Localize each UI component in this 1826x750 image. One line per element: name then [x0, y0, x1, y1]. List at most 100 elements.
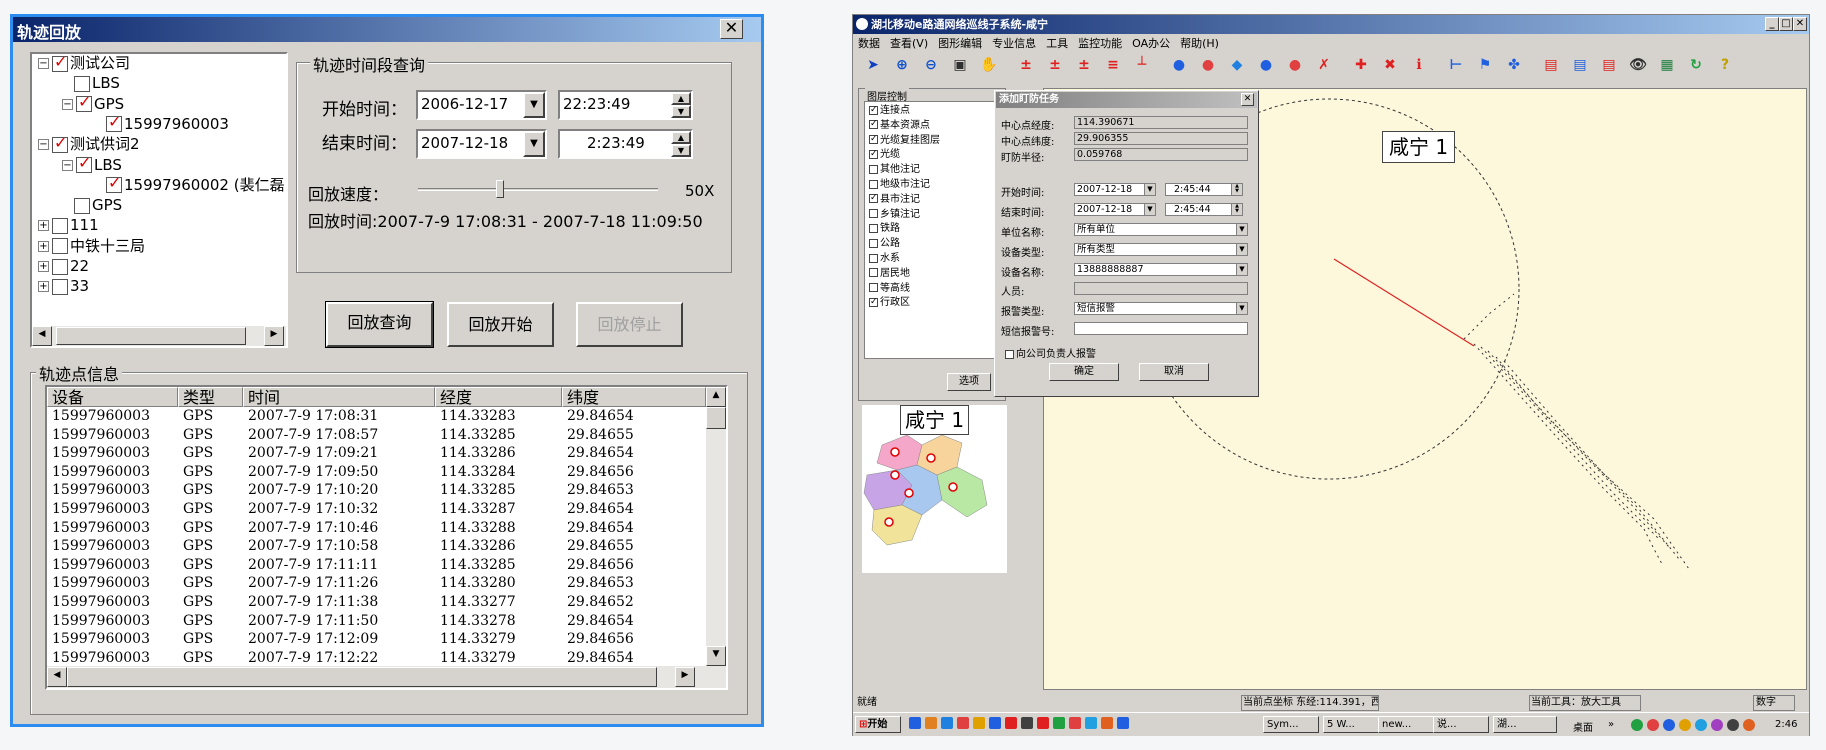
checkbox-icon[interactable]: [869, 164, 878, 174]
end-time-input[interactable]: 2:23:49 ▲ ▼: [558, 129, 693, 159]
tray-icon[interactable]: [1663, 719, 1675, 731]
table-row[interactable]: 15997960003 GPS 2007-7-9 17:11:26 114.33280…: [47, 574, 706, 593]
checkbox-icon[interactable]: [869, 191, 878, 206]
person-field[interactable]: [1074, 282, 1248, 295]
tree-node[interactable]: +111: [38, 216, 99, 234]
monitor-icon[interactable]: ●: [1256, 55, 1276, 75]
table-row[interactable]: 15997960003 GPS 2007-7-9 17:10:58 114.33286…: [47, 537, 706, 556]
start-button[interactable]: ⊞开始: [855, 716, 901, 733]
start-time-input[interactable]: 22:23:49 ▲ ▼: [558, 90, 693, 120]
column-header[interactable]: 类型: [178, 387, 243, 407]
layer-item[interactable]: 铁路: [869, 222, 900, 237]
spin-down-icon[interactable]: ▼: [671, 144, 691, 157]
edit-remove-icon[interactable]: ±: [1045, 55, 1065, 75]
quick-launch-icon[interactable]: [925, 717, 937, 729]
task-start-date[interactable]: 2007-12-18 ▼: [1074, 183, 1156, 196]
checkbox-icon[interactable]: [869, 117, 878, 132]
scroll-right-icon[interactable]: ▶: [264, 326, 284, 346]
table-row[interactable]: 15997960003 GPS 2007-7-9 17:09:50 114.33284…: [47, 463, 706, 482]
device-type-select[interactable]: 所有类型 ▼: [1074, 243, 1248, 256]
collapse-icon[interactable]: −: [62, 159, 73, 171]
quick-launch-icon[interactable]: [1037, 717, 1049, 729]
watch-icon[interactable]: ●: [1285, 55, 1305, 75]
chevron-down-icon[interactable]: ▼: [1144, 184, 1155, 195]
layer-item[interactable]: 光缆复挂图层: [869, 132, 940, 149]
tree-node[interactable]: +22: [38, 257, 89, 275]
checkbox-icon[interactable]: [76, 93, 92, 113]
chevron-down-icon[interactable]: ▼: [523, 131, 545, 157]
report-icon[interactable]: ▤: [1599, 55, 1619, 75]
export-icon[interactable]: ▤: [1570, 55, 1590, 75]
tree-node[interactable]: 15997960002 (裴仁磊: [106, 174, 285, 194]
checkbox-icon[interactable]: [869, 209, 878, 219]
table-row[interactable]: 15997960003 GPS 2007-7-9 17:08:57 114.33285…: [47, 426, 706, 445]
tree-node[interactable]: − 测试供词2: [38, 134, 140, 153]
quick-launch-icon[interactable]: [1053, 717, 1065, 729]
taskbar-item[interactable]: new...: [1378, 716, 1434, 733]
layer-item[interactable]: 水系: [869, 252, 900, 267]
table-row[interactable]: 15997960003 GPS 2007-7-9 17:09:21 114.33286…: [47, 444, 706, 463]
checkbox-icon[interactable]: [869, 147, 878, 161]
tray-icon[interactable]: [1679, 719, 1691, 731]
table-row[interactable]: 15997960003 GPS 2007-7-9 17:11:38 114.33277…: [47, 593, 706, 612]
checkbox-icon[interactable]: [869, 223, 878, 233]
flag-icon[interactable]: ⚑: [1475, 55, 1495, 75]
chevron-right-icon[interactable]: »: [1608, 719, 1614, 730]
chevron-down-icon[interactable]: ▼: [1236, 264, 1247, 275]
checkbox-icon[interactable]: [869, 253, 878, 263]
table-row[interactable]: 15997960003 GPS 2007-7-9 17:12:09 114.33279…: [47, 630, 706, 649]
notify-manager-checkbox[interactable]: 向公司负责人报警: [1005, 345, 1096, 360]
zoom-out-icon[interactable]: ⊖: [921, 55, 941, 75]
table-row[interactable]: 15997960003 GPS 2007-7-9 17:10:32 114.33287…: [47, 500, 706, 519]
quick-launch-icon[interactable]: [1005, 717, 1017, 729]
pan-icon[interactable]: ✋: [979, 55, 999, 75]
tray-icon[interactable]: [1711, 719, 1723, 731]
checkbox-icon[interactable]: [52, 134, 68, 153]
eye-icon[interactable]: 👁: [1628, 55, 1648, 75]
quick-launch-icon[interactable]: [973, 717, 985, 729]
tray-icon[interactable]: [1631, 719, 1643, 731]
scroll-thumb[interactable]: [56, 327, 246, 345]
taskbar-item[interactable]: 湖...: [1493, 716, 1557, 733]
column-header[interactable]: 经度: [435, 387, 562, 407]
locate-icon[interactable]: ●: [1169, 55, 1189, 75]
checkbox-icon[interactable]: [52, 217, 68, 234]
stop-playback-button[interactable]: 回放停止: [576, 302, 683, 347]
checkbox-icon[interactable]: [869, 238, 878, 248]
task-dialog-close-button[interactable]: ✕: [1241, 93, 1254, 106]
cancel-button[interactable]: 取消: [1139, 363, 1209, 381]
taskbar-item[interactable]: Sym...: [1263, 716, 1319, 733]
spin-down-icon[interactable]: ▼: [671, 105, 691, 118]
checkbox-icon[interactable]: [869, 295, 878, 309]
chevron-down-icon[interactable]: ▼: [1236, 224, 1247, 235]
tray-icon[interactable]: [1743, 719, 1755, 731]
quick-launch-icon[interactable]: [989, 717, 1001, 729]
tree-node[interactable]: GPS: [74, 196, 122, 214]
tree-node[interactable]: 15997960003: [106, 113, 229, 133]
scroll-right-icon[interactable]: ▶: [675, 667, 695, 687]
device-name-select[interactable]: 13888888887 ▼: [1074, 263, 1248, 276]
refresh-icon[interactable]: ↻: [1686, 55, 1706, 75]
query-button[interactable]: 回放查询: [325, 301, 434, 348]
zoom-in-icon[interactable]: ⊕: [892, 55, 912, 75]
edit-add-icon[interactable]: ±: [1016, 55, 1036, 75]
spin-up-icon[interactable]: ▲: [671, 131, 691, 144]
scroll-thumb[interactable]: [67, 667, 657, 687]
full-extent-icon[interactable]: ▣: [950, 55, 970, 75]
overview-map[interactable]: 咸宁 1: [862, 405, 1007, 573]
table-row[interactable]: 15997960003 GPS 2007-7-9 17:12:22 114.33279…: [47, 649, 706, 666]
table-row[interactable]: 15997960003 GPS 2007-7-9 17:10:20 114.33285…: [47, 481, 706, 500]
end-date-picker[interactable]: 2007-12-18 ▼: [416, 129, 547, 159]
node-icon[interactable]: ✚: [1351, 55, 1371, 75]
table-vscrollbar[interactable]: ▲ ▼: [706, 387, 726, 666]
task-start-time[interactable]: 2:45:44 ▲ ▼: [1165, 183, 1243, 196]
desktop-toolbar[interactable]: 桌面: [1573, 719, 1593, 734]
edit-line-icon[interactable]: ≡: [1103, 55, 1123, 75]
pointer-icon[interactable]: ➤: [863, 55, 883, 75]
quick-launch-icon[interactable]: [941, 717, 953, 729]
quick-launch-icon[interactable]: [1069, 717, 1081, 729]
checkbox-icon[interactable]: [869, 283, 878, 293]
tree-node[interactable]: LBS: [74, 74, 120, 92]
quick-launch-icon[interactable]: [1117, 717, 1129, 729]
quick-launch-icon[interactable]: [1021, 717, 1033, 729]
